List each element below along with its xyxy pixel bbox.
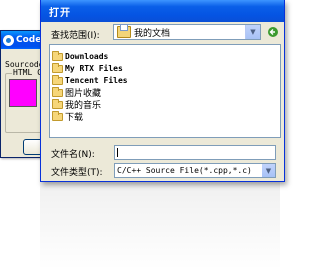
item-label: Downloads <box>65 52 109 61</box>
item-label: 下载 <box>65 113 84 123</box>
back-button[interactable] <box>265 24 281 40</box>
item-label: Tencent Files <box>65 76 128 85</box>
folder-icon <box>52 50 63 61</box>
back-arrow-icon <box>268 27 278 37</box>
look-in-row: 查找范围(I): <box>51 28 100 41</box>
file-type-select[interactable]: C/C++ Source File(*.cpp,*.c) ▼ <box>114 163 276 178</box>
folder-icon <box>52 86 63 97</box>
color-swatch[interactable] <box>9 79 37 107</box>
text-caret <box>117 148 118 157</box>
file-name-label: 文件名(N): <box>51 150 95 160</box>
chevron-down-icon[interactable]: ▼ <box>245 25 260 39</box>
list-item[interactable]: 我的音乐 <box>52 98 101 111</box>
list-item[interactable]: 图片收藏 <box>52 86 101 99</box>
background-window-title: Code <box>16 35 42 45</box>
chevron-down-icon[interactable]: ▼ <box>262 164 275 177</box>
folder-icon <box>52 110 63 121</box>
list-item[interactable]: Tencent Files <box>52 74 128 86</box>
list-item[interactable]: My RTX Files <box>52 62 123 74</box>
shadow-area <box>40 182 280 270</box>
dialog-titlebar[interactable]: 打开 <box>41 0 284 22</box>
file-name-input[interactable] <box>114 145 276 160</box>
folder-icon <box>52 62 63 73</box>
look-in-value: 我的文档 <box>134 28 171 39</box>
open-dialog: 打开 查找范围(I): 我的文档 ▼ Downloads My RTX File… <box>40 0 285 182</box>
look-in-label: 查找范围(I): <box>51 31 100 41</box>
folder-icon <box>52 74 63 85</box>
dialog-title: 打开 <box>49 7 71 19</box>
look-in-combo[interactable]: 我的文档 ▼ <box>113 24 261 40</box>
folder-icon <box>52 98 63 109</box>
my-documents-icon <box>117 24 131 38</box>
item-label: My RTX Files <box>65 64 123 73</box>
app-icon <box>3 34 14 46</box>
file-type-value: C/C++ Source File(*.cpp,*.c) <box>117 166 252 175</box>
list-item[interactable]: Downloads <box>52 50 109 62</box>
file-list[interactable]: Downloads My RTX Files Tencent Files 图片收… <box>49 44 281 138</box>
file-type-label: 文件类型(T): <box>51 168 103 178</box>
list-item[interactable]: 下载 <box>52 110 84 123</box>
